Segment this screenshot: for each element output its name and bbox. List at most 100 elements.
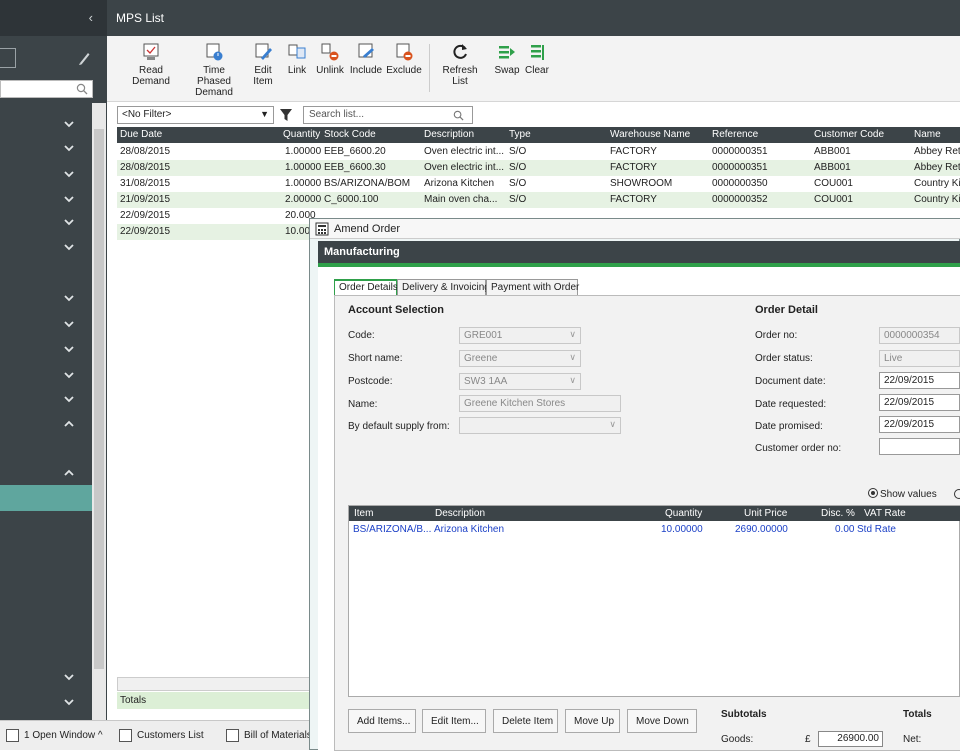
- name-field[interactable]: Greene Kitchen Stores: [459, 395, 621, 412]
- add-items-button[interactable]: Add Items...: [348, 709, 416, 733]
- table-row[interactable]: 21/09/2015 2.00000 C_6000.100 Main oven cha…: [117, 192, 960, 208]
- collapse-sidebar-icon[interactable]: ‹: [89, 10, 93, 25]
- time-phased-icon: [206, 43, 223, 61]
- chevron-down-icon[interactable]: [62, 119, 76, 129]
- short-name-field[interactable]: Greene ∨: [459, 350, 581, 367]
- col-unit-price[interactable]: Unit Price: [744, 508, 787, 519]
- col-warehouse-name[interactable]: Warehouse Name: [610, 129, 690, 140]
- tab-delivery-invoicing[interactable]: Delivery & Invoicing: [397, 279, 490, 295]
- col-discount[interactable]: Disc. %: [821, 508, 855, 519]
- sidebar-search-input[interactable]: [0, 80, 93, 98]
- line-description: Arizona Kitchen: [434, 524, 505, 535]
- chevron-down-icon[interactable]: [62, 319, 76, 329]
- chevron-down-icon[interactable]: [62, 293, 76, 303]
- col-customer-code[interactable]: Customer Code: [814, 129, 884, 140]
- horizontal-scrollbar[interactable]: [117, 677, 312, 691]
- toolbar-label: Edit Item: [253, 65, 273, 87]
- sidebar-header: ‹: [0, 0, 107, 36]
- sidebar-selector[interactable]: [0, 48, 16, 68]
- filter-funnel-icon[interactable]: [279, 108, 293, 122]
- tab-order-details[interactable]: Order Details: [334, 279, 398, 295]
- chevron-down-icon[interactable]: [62, 143, 76, 153]
- code-field[interactable]: GRE001 ∨: [459, 327, 581, 344]
- sidebar-scrollbar[interactable]: [92, 103, 106, 720]
- edit-item-button-dialog[interactable]: Edit Item...: [422, 709, 486, 733]
- include-button[interactable]: Include: [348, 42, 384, 76]
- delete-item-button[interactable]: Delete Item: [493, 709, 558, 733]
- time-phased-demand-button[interactable]: Time Phased Demand: [185, 42, 243, 98]
- date-promised-value: 22/09/2015: [884, 419, 935, 430]
- tab-payment-with-order[interactable]: Payment with Order: [486, 279, 579, 295]
- col-type[interactable]: Type: [509, 129, 531, 140]
- chevron-down-icon[interactable]: [62, 697, 76, 707]
- chevron-down-icon[interactable]: [62, 217, 76, 227]
- document-date-field[interactable]: 22/09/2015: [879, 372, 960, 389]
- col-vat-rate[interactable]: VAT Rate: [864, 508, 906, 519]
- scrollbar-thumb[interactable]: [94, 129, 104, 669]
- sidebar-item-selected[interactable]: [0, 485, 92, 511]
- supply-from-dropdown[interactable]: ∨: [459, 417, 621, 434]
- date-requested-label: Date requested:: [755, 399, 827, 410]
- customer-order-no-field[interactable]: [879, 438, 960, 455]
- window-header: MPS List: [107, 0, 960, 36]
- postcode-field[interactable]: SW3 1AA ∨: [459, 373, 581, 390]
- chevron-down-icon[interactable]: [62, 242, 76, 252]
- col-item[interactable]: Item: [354, 508, 373, 519]
- table-row[interactable]: 28/08/2015 1.00000 EEB_6600.30 Oven electri…: [117, 160, 960, 176]
- col-name[interactable]: Name: [914, 129, 941, 140]
- unlink-button[interactable]: Unlink: [314, 42, 346, 76]
- goods-value-field[interactable]: 26900.00: [818, 731, 883, 747]
- cell-warehouse-name: FACTORY: [610, 194, 657, 205]
- cell-stock-code: EEB_6600.20: [324, 146, 386, 157]
- radio-unselected-icon[interactable]: [954, 489, 960, 499]
- order-line-row[interactable]: BS/ARIZONA/B... Arizona Kitchen 10.00000…: [349, 522, 960, 537]
- chevron-down-icon[interactable]: [62, 169, 76, 179]
- show-values-option[interactable]: Show values: [868, 488, 937, 500]
- link-button[interactable]: Link: [284, 42, 310, 76]
- search-icon[interactable]: [76, 83, 88, 95]
- date-requested-field[interactable]: 22/09/2015: [879, 394, 960, 411]
- pencil-icon[interactable]: [74, 48, 94, 68]
- filter-dropdown[interactable]: <No Filter> ▼: [117, 106, 274, 124]
- chevron-down-icon[interactable]: [62, 672, 76, 682]
- toolbar-label: Refresh List: [442, 65, 478, 87]
- order-status-label: Order status:: [755, 353, 813, 364]
- search-icon[interactable]: [453, 110, 464, 121]
- order-lines-grid: Item Description Quantity Unit Price Dis…: [348, 505, 960, 697]
- dialog-titlebar[interactable]: Amend Order: [310, 219, 960, 239]
- read-demand-button[interactable]: Read Demand: [121, 42, 181, 87]
- chevron-down-icon[interactable]: [62, 344, 76, 354]
- edit-item-button[interactable]: Edit Item: [246, 42, 280, 87]
- task-bill-of-materials[interactable]: Bill of Materials: [222, 727, 312, 745]
- exclude-button[interactable]: Exclude: [386, 42, 422, 76]
- chevron-up-icon[interactable]: [62, 468, 76, 478]
- col-reference[interactable]: Reference: [712, 129, 758, 140]
- table-row[interactable]: 31/08/2015 1.00000 BS/ARIZONA/BOM Arizona K…: [117, 176, 960, 192]
- open-windows-button[interactable]: 1 Open Window ^: [2, 727, 107, 745]
- date-promised-field[interactable]: 22/09/2015: [879, 416, 960, 433]
- col-line-quantity[interactable]: Quantity: [665, 508, 702, 519]
- col-quantity[interactable]: Quantity: [283, 129, 320, 140]
- refresh-list-button[interactable]: Refresh List: [436, 42, 484, 87]
- chevron-down-icon[interactable]: [62, 394, 76, 404]
- include-icon: [358, 43, 374, 58]
- chevron-down-icon[interactable]: [62, 370, 76, 380]
- chevron-down-icon: ∨: [609, 419, 616, 429]
- col-stock-code[interactable]: Stock Code: [324, 129, 376, 140]
- search-list-input[interactable]: Search list...: [303, 106, 473, 124]
- chevron-down-icon[interactable]: [62, 194, 76, 204]
- col-due-date[interactable]: Due Date: [120, 129, 162, 140]
- swap-button[interactable]: Swap: [494, 42, 520, 76]
- task-customers-list[interactable]: Customers List: [115, 727, 215, 745]
- col-line-description[interactable]: Description: [435, 508, 485, 519]
- move-up-button[interactable]: Move Up: [565, 709, 620, 733]
- move-down-button[interactable]: Move Down: [627, 709, 697, 733]
- read-demand-icon: [143, 43, 159, 60]
- clear-button[interactable]: Clear: [524, 42, 550, 76]
- table-row[interactable]: 28/08/2015 1.00000 EEB_6600.20 Oven electri…: [117, 144, 960, 160]
- col-description[interactable]: Description: [424, 129, 474, 140]
- currency-symbol: £: [805, 734, 811, 745]
- order-detail-title: Order Detail: [755, 304, 818, 316]
- cell-stock-code: BS/ARIZONA/BOM: [324, 178, 411, 189]
- chevron-up-icon[interactable]: [62, 419, 76, 429]
